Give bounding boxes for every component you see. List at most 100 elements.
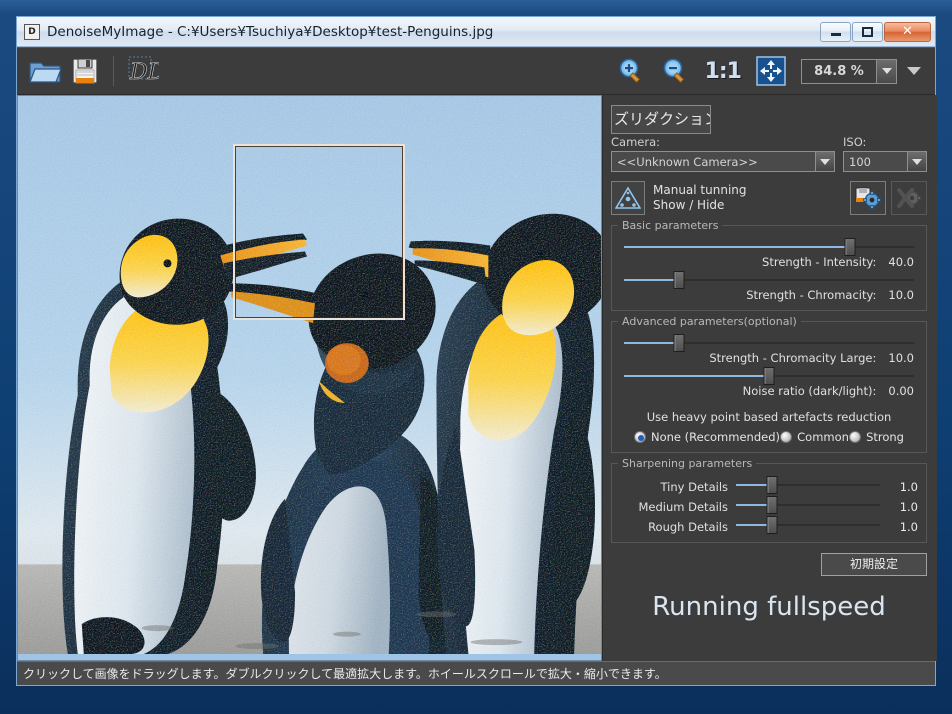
penguin-photo: [18, 96, 601, 655]
manual-tuning-subtitle: Show / Hide: [653, 198, 725, 212]
fit-to-window-button[interactable]: [751, 51, 791, 91]
caption-chromacity-large: Strength - Chromacity Large: 10.0: [620, 351, 918, 365]
label-noise-ratio: Noise ratio (dark/light):: [742, 384, 877, 398]
save-settings-button[interactable]: [850, 181, 886, 215]
save-file-button[interactable]: [65, 51, 105, 91]
titlebar[interactable]: D DenoiseMyImage - C:¥Users¥Tsuchiya¥Des…: [17, 17, 935, 47]
slider-noise-ratio[interactable]: [624, 367, 914, 385]
iso-select[interactable]: 100: [843, 151, 927, 172]
radio-dot-icon: [634, 431, 646, 443]
slider-handle[interactable]: [763, 367, 775, 385]
slider-chromacity-large[interactable]: [624, 334, 914, 352]
slider-handle[interactable]: [766, 516, 778, 534]
row-medium-details: Medium Details 1.0: [620, 496, 918, 514]
value-medium-details: 1.0: [899, 500, 918, 514]
save-settings-gear-icon: [855, 187, 881, 209]
toolbar-right-group: 1:1 84.8 %: [611, 51, 927, 91]
slider-tiny-details[interactable]: [736, 476, 880, 494]
zoom-in-icon: [619, 58, 640, 83]
slider-handle[interactable]: [673, 271, 685, 289]
row-tiny-details: Tiny Details 1.0: [620, 476, 918, 494]
slider-track: [736, 484, 880, 486]
reset-defaults-button[interactable]: 初期設定: [821, 553, 927, 576]
value-tiny-details: 1.0: [899, 480, 918, 494]
zoom-level-combo[interactable]: 84.8 %: [801, 58, 897, 84]
value-rough-details: 1.0: [899, 520, 918, 534]
basic-parameters-group: Basic parameters Strength - Intensity: 4…: [611, 219, 927, 311]
maximize-button[interactable]: [852, 21, 883, 42]
label-rough-details: Rough Details: [648, 520, 728, 534]
manual-tuning-text: Manual tunning Show / Hide: [653, 183, 747, 213]
slider-handle[interactable]: [766, 476, 778, 494]
camera-iso-row: Camera: <<Unknown Camera>> ISO: 100: [611, 135, 927, 172]
delete-settings-button[interactable]: [891, 181, 927, 215]
fit-to-window-icon: [756, 56, 786, 86]
image-canvas[interactable]: [17, 95, 602, 661]
artefacts-reduction-section: Use heavy point based artefacts reductio…: [620, 410, 918, 444]
radio-dot-icon: [780, 431, 793, 443]
radio-common-label: Common: [797, 430, 849, 444]
value-strength-intensity: 40.0: [888, 255, 914, 269]
slider-medium-details[interactable]: [736, 496, 880, 514]
slider-track: [736, 524, 880, 526]
camera-select[interactable]: <<Unknown Camera>>: [611, 151, 835, 172]
radio-strong[interactable]: Strong: [849, 430, 904, 444]
iso-value: 100: [849, 154, 871, 169]
panel-tab-strip: ズリダクション: [611, 101, 927, 135]
iso-dropdown-arrow[interactable]: [907, 152, 926, 171]
radio-none-recommended[interactable]: None (Recommended): [634, 430, 780, 444]
slider-handle[interactable]: [673, 334, 685, 352]
actual-size-button[interactable]: 1:1: [699, 59, 747, 84]
slider-strength-intensity[interactable]: [624, 238, 914, 256]
zoom-out-icon: [663, 58, 684, 83]
open-folder-icon: [29, 62, 62, 83]
zoom-level-dropdown-arrow[interactable]: [876, 59, 896, 83]
artefacts-radio-group: None (Recommended) Common Strong: [620, 430, 918, 444]
zoom-out-button[interactable]: [655, 51, 695, 91]
label-tiny-details: Tiny Details: [660, 480, 728, 494]
window-controls: ✕: [819, 21, 933, 42]
artefacts-caption: Use heavy point based artefacts reductio…: [646, 410, 892, 424]
camera-dropdown-arrow[interactable]: [815, 152, 834, 171]
svg-text:DD: DD: [129, 60, 159, 85]
caption-strength-chromacity: Strength - Chromacity: 10.0: [620, 288, 918, 302]
tab-noise-reduction[interactable]: ズリダクション: [611, 105, 711, 134]
toolbar-overflow-button[interactable]: [901, 67, 927, 75]
iso-label: ISO:: [843, 135, 867, 149]
sharpening-parameters-group: Sharpening parameters Tiny Details 1.0 M…: [611, 457, 927, 543]
main-area: ズリダクション Camera: <<Unknown Camera>> ISO: …: [17, 95, 937, 661]
label-strength-intensity: Strength - Intensity:: [762, 255, 877, 269]
denoise-parameters-panel: ズリダクション Camera: <<Unknown Camera>> ISO: …: [602, 95, 937, 661]
close-button[interactable]: ✕: [884, 21, 931, 42]
advanced-parameters-group: Advanced parameters(optional) Strength -…: [611, 315, 927, 453]
window-title: DenoiseMyImage - C:¥Users¥Tsuchiya¥Deskt…: [47, 23, 494, 40]
slider-handle[interactable]: [766, 496, 778, 514]
value-strength-chromacity: 10.0: [888, 288, 914, 302]
slider-track: [624, 279, 914, 281]
delete-settings-gear-icon: [897, 188, 921, 208]
zoom-in-button[interactable]: [611, 51, 651, 91]
triangle-noise-icon: [611, 181, 645, 215]
value-noise-ratio: 0.00: [888, 384, 914, 398]
batch-denoise-button[interactable]: DD: [122, 51, 162, 91]
toolbar-separator: [113, 56, 114, 86]
slider-track: [736, 504, 880, 506]
slider-track: [624, 342, 914, 344]
window-inner-frame: D DenoiseMyImage - C:¥Users¥Tsuchiya¥Des…: [16, 16, 937, 686]
radio-common[interactable]: Common: [780, 430, 849, 444]
minimize-button[interactable]: [820, 21, 851, 42]
app-icon: D: [24, 23, 40, 40]
sharpening-parameters-legend: Sharpening parameters: [618, 457, 757, 470]
app-window: D DenoiseMyImage - C:¥Users¥Tsuchiya¥Des…: [0, 0, 952, 714]
manual-tuning-title: Manual tunning: [653, 183, 747, 197]
caption-strength-intensity: Strength - Intensity: 40.0: [620, 255, 918, 269]
slider-strength-chromacity[interactable]: [624, 271, 914, 289]
panel-footer: 初期設定 Running fullspeed: [611, 553, 927, 622]
advanced-parameters-legend: Advanced parameters(optional): [618, 315, 801, 328]
camera-label: Camera:: [611, 135, 661, 149]
open-file-button[interactable]: [25, 51, 65, 91]
batch-denoise-icon: DD: [128, 56, 159, 85]
slider-rough-details[interactable]: [736, 516, 880, 534]
slider-handle[interactable]: [844, 238, 856, 256]
manual-tuning-row[interactable]: Manual tunning Show / Hide: [611, 181, 927, 215]
